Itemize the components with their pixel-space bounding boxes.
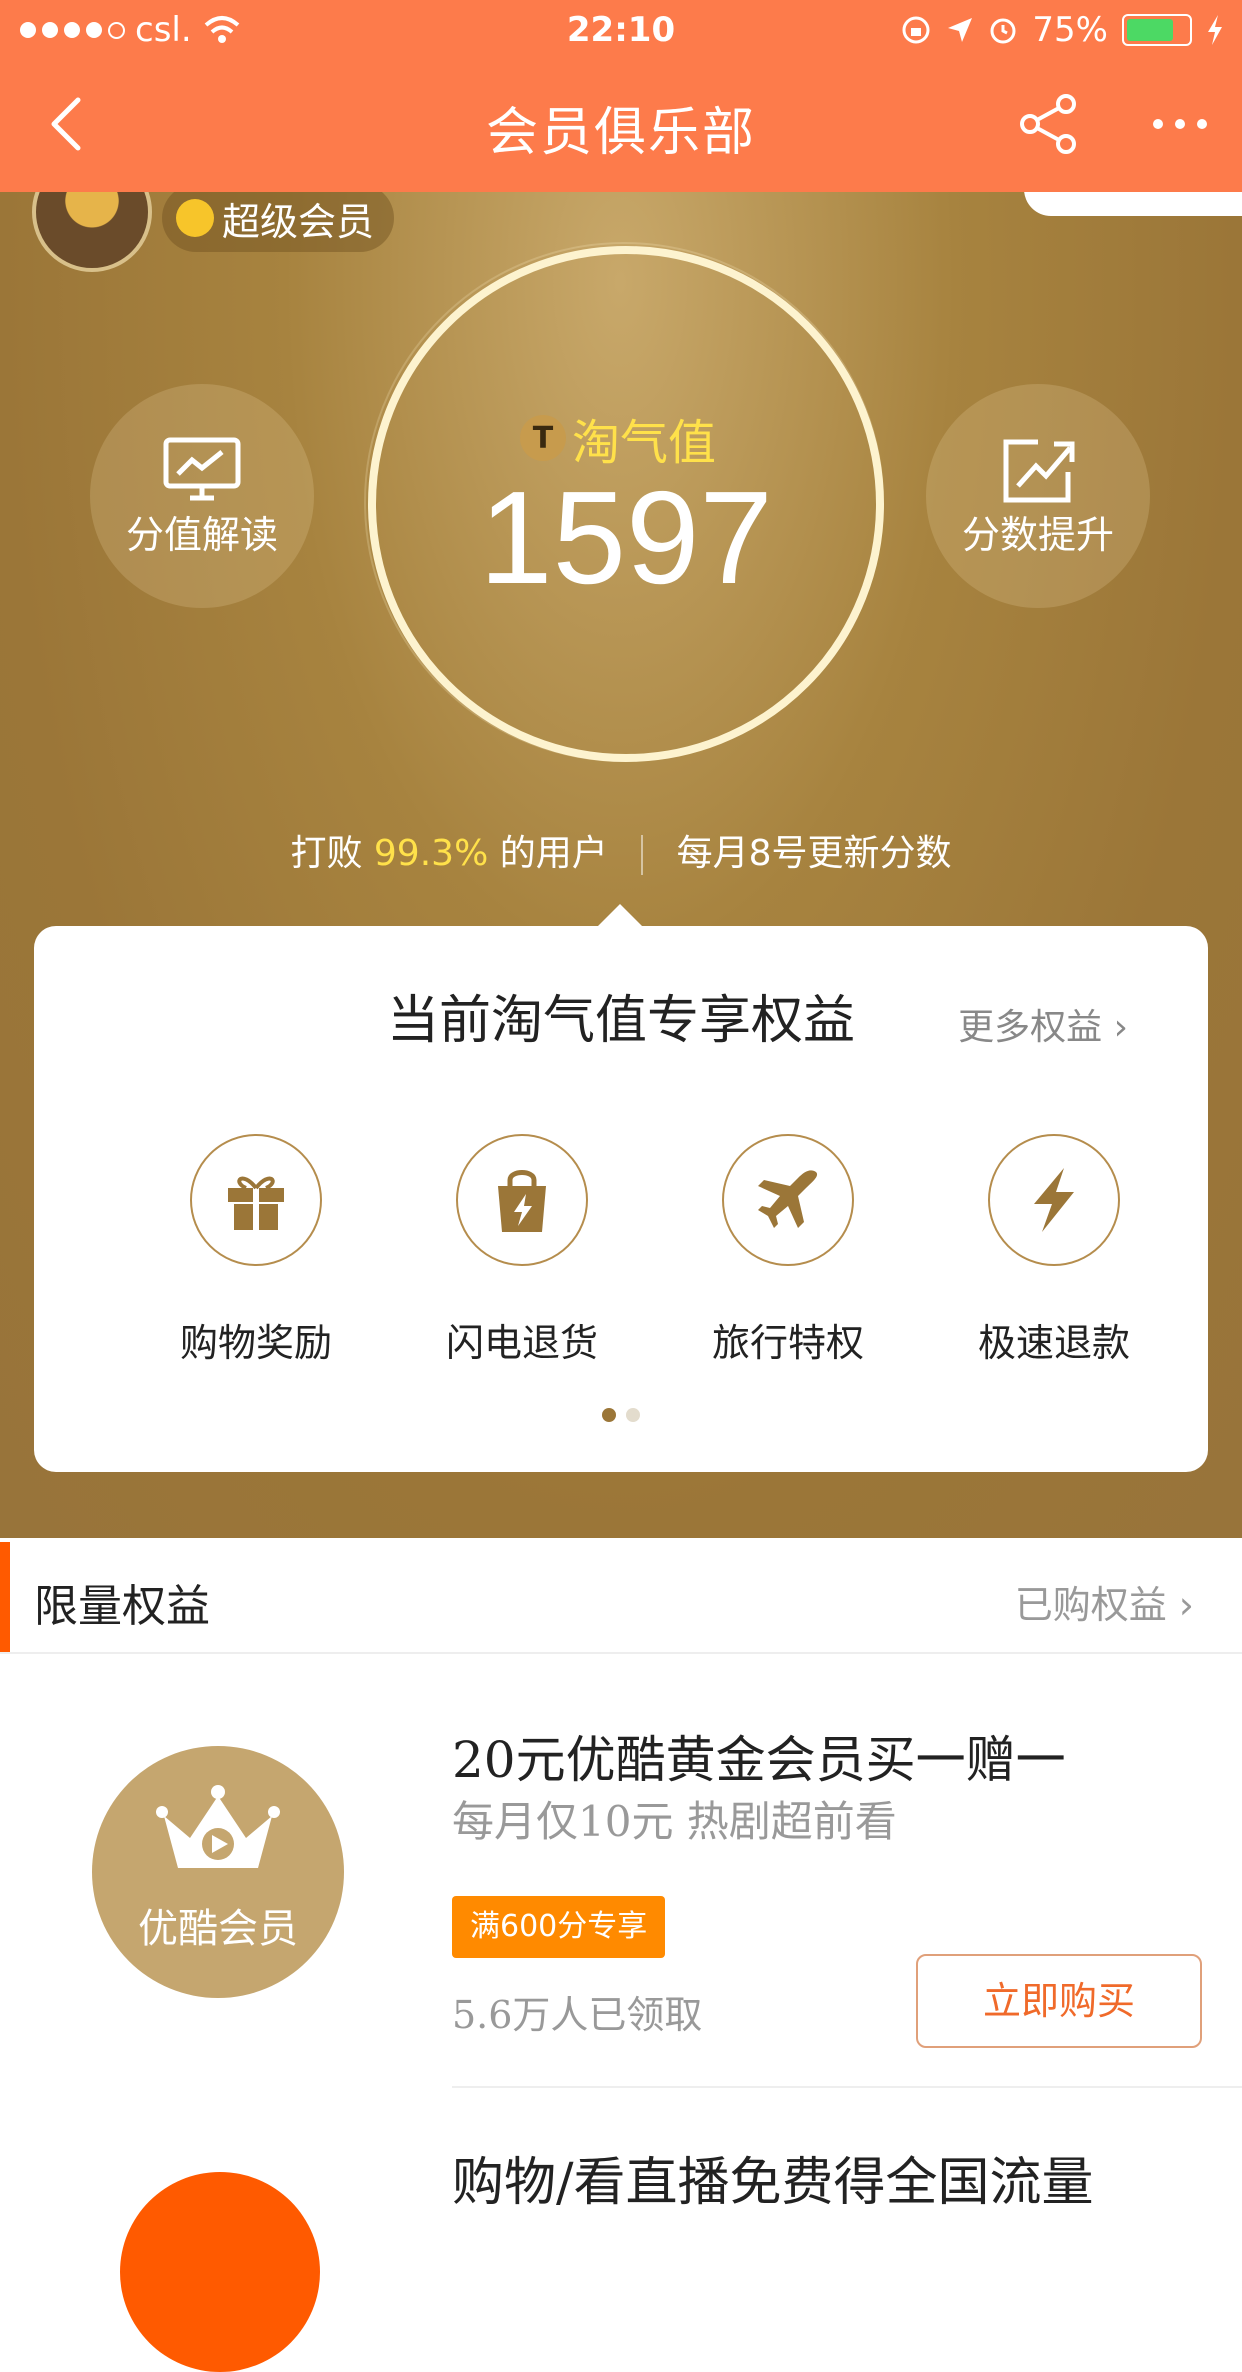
status-bar: csl. 22:10 75%	[0, 0, 1242, 60]
rotation-lock-icon	[902, 16, 930, 44]
member-tab[interactable]	[1024, 192, 1242, 216]
rank-line: 打败 99.3% 的用户 每月8号更新分数	[0, 824, 1242, 876]
purchased-benefits-link[interactable]: 已购权益 ›	[1015, 1574, 1194, 1629]
limited-title: 限量权益	[34, 1581, 210, 1632]
trend-up-icon	[1003, 439, 1075, 503]
charging-icon	[1208, 15, 1222, 45]
medal-icon	[176, 199, 214, 237]
page-indicator	[602, 1408, 640, 1422]
logo-text: 优酷会员	[138, 1906, 298, 1952]
benefit-travel[interactable]: 旅行特权	[658, 1134, 918, 1367]
page-dot	[626, 1408, 640, 1422]
score-requirement-tag: 满600分专享	[452, 1896, 666, 1958]
claimed-count: 5.6万人已领取	[452, 1993, 703, 2037]
youku-logo: 优酷会员	[92, 1746, 344, 1998]
item-title: 购物/看直播免费得全国流量	[452, 2153, 1094, 2213]
card-pointer	[596, 904, 644, 928]
score-hero: 超级会员 T 淘气值 1597 分值解读 分数提升 打败 99.3% 的用户 每…	[0, 192, 1242, 1538]
score-improve-label: 分数提升	[961, 513, 1114, 557]
vip-badge[interactable]: 超级会员	[162, 192, 395, 252]
benefit-label: 闪电退货	[445, 1321, 598, 1365]
gift-icon	[228, 1176, 284, 1230]
taoqi-icon: T	[520, 415, 566, 461]
list-item[interactable]: 优酷会员 20元优酷黄金会员买一赠一 每月仅10元 热剧超前看 满600分专享 …	[0, 1654, 1242, 2088]
share-icon[interactable]	[1016, 92, 1080, 156]
rank-prefix: 打败	[290, 833, 363, 874]
score-label: T 淘气值	[520, 410, 716, 471]
battery-percent: 75%	[1032, 10, 1108, 50]
buy-now-button[interactable]: 立即购买	[916, 1954, 1202, 2048]
alarm-icon	[990, 18, 1016, 44]
limited-section-header: 限量权益 已购权益 ›	[0, 1542, 1242, 1654]
avatar[interactable]	[32, 192, 152, 272]
benefits-card: 当前淘气值专享权益 更多权益 › 购物奖励 闪电退货 旅行特权 极速退款	[34, 926, 1208, 1472]
vip-label: 超级会员	[222, 199, 375, 244]
nav-bar: 会员俱乐部	[0, 60, 1242, 192]
score-improve-button[interactable]: 分数提升	[926, 384, 1150, 608]
location-icon	[948, 18, 973, 42]
battery-icon	[1122, 14, 1192, 46]
page-dot-active	[602, 1408, 616, 1422]
more-benefits-link[interactable]: 更多权益 ›	[958, 998, 1128, 1050]
item-title: 20元优酷黄金会员买一赠一	[452, 1731, 1066, 1789]
divider	[452, 2086, 1242, 2088]
score-explain-label: 分值解读	[125, 513, 278, 557]
score-explain-button[interactable]: 分值解读	[90, 384, 314, 608]
rank-percent: 99.3%	[373, 833, 489, 874]
benefit-label: 旅行特权	[711, 1321, 864, 1365]
benefit-label: 购物奖励	[179, 1321, 332, 1365]
top-bar: csl. 22:10 75% 会员俱乐部	[0, 0, 1242, 192]
rank-divider	[641, 835, 644, 875]
benefit-flash-return[interactable]: 闪电退货	[392, 1134, 652, 1367]
more-benefits-label: 更多权益	[958, 1007, 1103, 1048]
score-value: 1597	[479, 464, 773, 611]
section-accent-bar	[0, 1542, 10, 1652]
benefit-shopping-reward[interactable]: 购物奖励	[126, 1134, 386, 1367]
monitor-chart-icon	[163, 437, 241, 501]
benefit-fast-refund[interactable]: 极速退款	[924, 1134, 1184, 1367]
rank-suffix: 的用户	[499, 833, 608, 874]
lightning-icon	[1034, 1168, 1074, 1232]
benefit-label: 极速退款	[977, 1321, 1130, 1365]
more-icon[interactable]	[1148, 92, 1212, 156]
bag-lightning-icon	[498, 1170, 546, 1232]
update-note: 每月8号更新分数	[676, 833, 952, 874]
crown-play-icon	[156, 1785, 280, 1868]
airplane-icon	[758, 1170, 818, 1228]
purchased-label: 已购权益	[1014, 1583, 1167, 1627]
item-subtitle: 每月仅10元 热剧超前看	[452, 1797, 897, 1846]
status-right: 75%	[900, 10, 1224, 50]
item-logo	[120, 2172, 320, 2372]
